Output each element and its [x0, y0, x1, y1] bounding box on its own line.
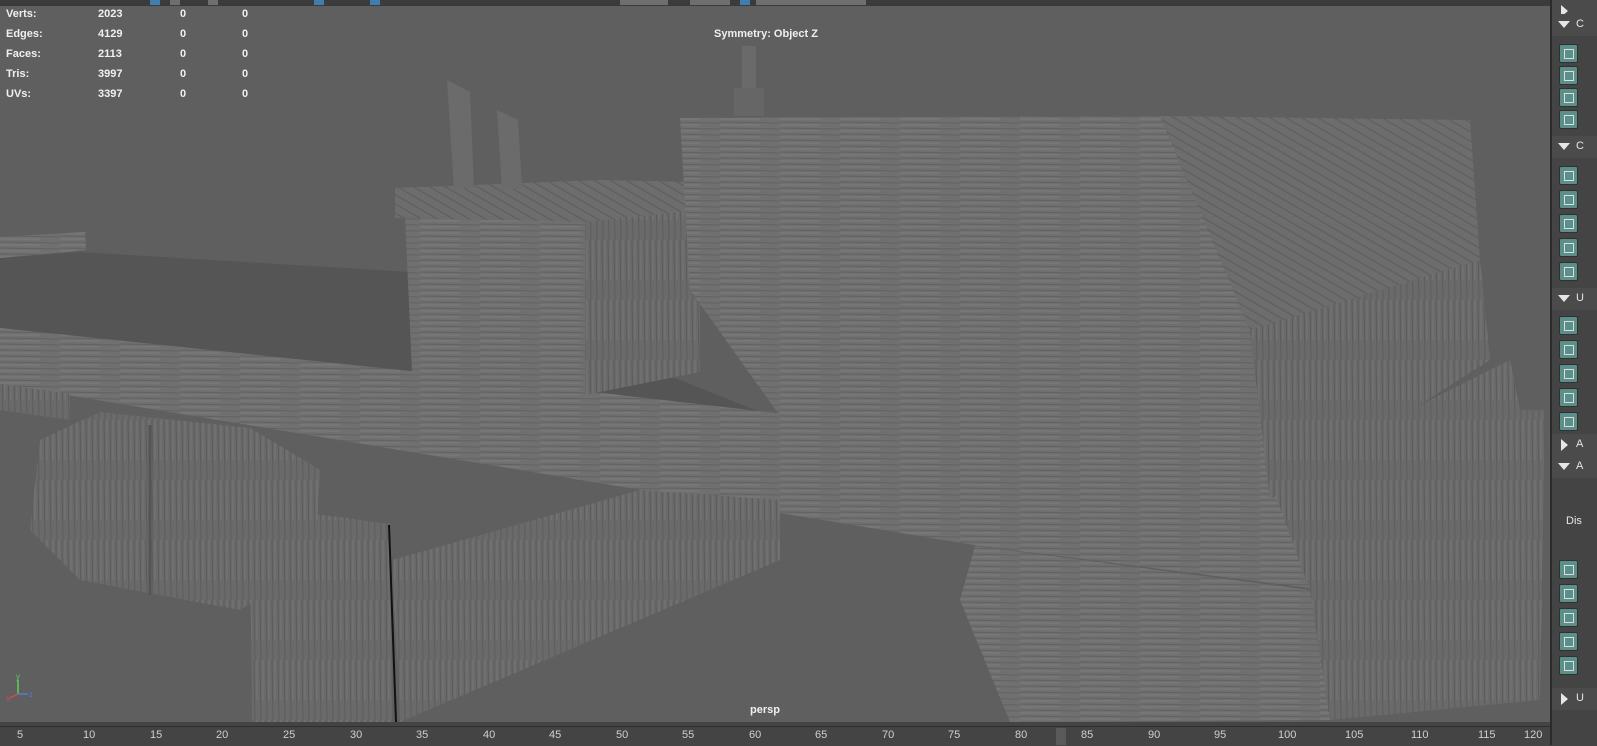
cab-side[interactable] [585, 208, 700, 395]
grid-tool-icon[interactable] [1559, 214, 1578, 233]
front-post[interactable] [250, 512, 392, 722]
timeline-tick: 95 [1214, 729, 1227, 741]
shaded-icon[interactable] [170, 0, 180, 5]
attribute-sidebar: C C U A A Dis U [1550, 0, 1597, 745]
color-management-icon[interactable] [740, 0, 750, 5]
timeline-tick: 45 [549, 729, 562, 741]
timeline-tick: 65 [815, 729, 828, 741]
texture-icon[interactable] [208, 0, 218, 5]
sidebar-section-header[interactable]: U [1552, 688, 1597, 710]
timeline-tick: 40 [483, 729, 496, 741]
timeline-tick: 5 [17, 729, 24, 741]
time-slider[interactable]: 5 10 15 20 25 30 35 40 45 50 55 60 65 70… [0, 726, 1550, 746]
axis-x-label: x [6, 694, 10, 702]
timeline-tick: 70 [882, 729, 895, 741]
cab-front[interactable] [405, 215, 585, 395]
gamma-field[interactable] [690, 0, 730, 5]
timeline-tick: 10 [83, 729, 96, 741]
sidebar-section-header[interactable]: A [1552, 434, 1597, 456]
cube-tool-icon[interactable] [1559, 44, 1578, 63]
cube-tool-icon[interactable] [1559, 88, 1578, 107]
hud-row-verts: Verts: 2023 0 0 [6, 8, 249, 20]
timeline-tick: 30 [350, 729, 363, 741]
timeline-tick: 75 [948, 729, 961, 741]
timeline-tick: 90 [1148, 729, 1161, 741]
wireframe-icon[interactable] [150, 0, 160, 5]
sidebar-section-header[interactable]: C [1552, 14, 1597, 36]
grid-tool-icon[interactable] [1559, 166, 1578, 185]
grid-tool-icon[interactable] [1559, 238, 1578, 257]
triangle-down-icon [1558, 21, 1570, 28]
display-label: Dis [1566, 515, 1582, 527]
front-plank[interactable] [392, 490, 780, 722]
uv-tool-icon[interactable] [1559, 316, 1578, 335]
uv-tool-icon[interactable] [1559, 364, 1578, 383]
symmetry-label: Symmetry: Object Z [714, 28, 818, 40]
view-transform-dropdown[interactable] [756, 0, 866, 5]
uv-tool-icon[interactable] [1559, 388, 1578, 407]
uv-tool-icon[interactable] [1559, 412, 1578, 431]
layer-tool-icon[interactable] [1559, 608, 1578, 627]
xray-icon[interactable] [314, 0, 324, 5]
triangle-down-icon [1558, 295, 1570, 302]
isolate-icon[interactable] [370, 0, 380, 5]
sidebar-section-header[interactable]: A [1552, 456, 1597, 478]
triangle-right-icon [1561, 439, 1568, 451]
timeline-tick: 100 [1278, 729, 1297, 741]
hud-row-edges: Edges: 4129 0 0 [6, 28, 249, 40]
triangle-right-icon [1561, 693, 1568, 705]
triangle-down-icon [1558, 463, 1570, 470]
sidebar-section-header[interactable]: U [1552, 288, 1597, 310]
timeline-tick: 115 [1478, 729, 1496, 741]
hud-row-faces: Faces: 2113 0 0 [6, 48, 249, 60]
axis-z-label: z [29, 690, 33, 699]
pipe-base[interactable] [734, 88, 764, 116]
timeline-tick: 20 [216, 729, 229, 741]
grid-tool-icon[interactable] [1559, 190, 1578, 209]
chimney-1[interactable] [447, 80, 474, 189]
timeline-tick: 60 [749, 729, 762, 741]
timeline-tick: 120 [1524, 729, 1543, 741]
timeline-tick: 35 [416, 729, 429, 741]
toolbar-strip [0, 0, 1550, 6]
layer-tool-icon[interactable] [1559, 560, 1578, 579]
camera-label: persp [750, 704, 780, 716]
cube-tool-icon[interactable] [1559, 66, 1578, 85]
sidebar-section-header[interactable]: C [1552, 136, 1597, 158]
axis-gizmo-icon: y z x [6, 672, 33, 702]
chimney-2[interactable] [497, 110, 522, 190]
timeline-tick: 80 [1015, 729, 1028, 741]
layer-tool-icon[interactable] [1559, 632, 1578, 651]
playhead[interactable] [1056, 728, 1066, 745]
axis-y-label: y [16, 672, 20, 681]
timeline-tick: 110 [1411, 729, 1429, 741]
scene-render[interactable] [0, 0, 1550, 722]
hud-row-uvs: UVs: 3397 0 0 [6, 88, 249, 100]
timeline-tick: 55 [682, 729, 695, 741]
grid-tool-icon[interactable] [1559, 262, 1578, 281]
heads-up-display: Verts: 2023 0 0 Edges: 4129 0 0 Faces: 2… [6, 8, 266, 108]
uv-tool-icon[interactable] [1559, 340, 1578, 359]
timeline-tick: 50 [616, 729, 629, 741]
cube-tool-icon[interactable] [1559, 110, 1578, 129]
ruler-tool-icon[interactable] [1559, 656, 1578, 675]
timeline-tick: 85 [1081, 729, 1094, 741]
pipe-top[interactable] [742, 46, 756, 90]
timeline-tick: 25 [283, 729, 296, 741]
triangle-down-icon [1558, 143, 1570, 150]
viewport-3d[interactable]: Verts: 2023 0 0 Edges: 4129 0 0 Faces: 2… [0, 0, 1550, 722]
layer-tool-icon[interactable] [1559, 584, 1578, 603]
timeline-tick: 105 [1345, 729, 1364, 741]
exposure-field[interactable] [620, 0, 668, 5]
hud-row-tris: Tris: 3997 0 0 [6, 68, 249, 80]
timeline-tick: 15 [150, 729, 163, 741]
